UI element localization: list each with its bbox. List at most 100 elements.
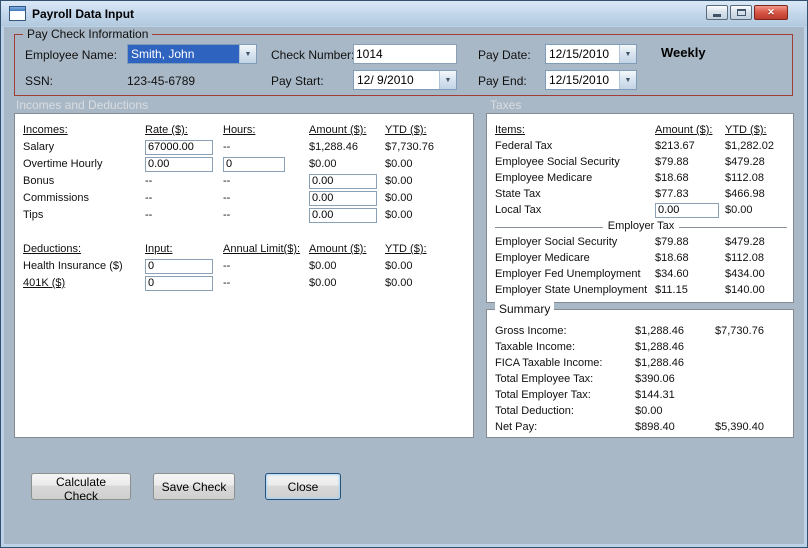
summary-row-label: Total Employer Tax: bbox=[495, 389, 591, 401]
bonus-amount-input[interactable] bbox=[309, 173, 377, 189]
employee-medicare-amount: $18.68 bbox=[655, 172, 689, 184]
employer-ss-ytd: $479.28 bbox=[725, 236, 765, 248]
deductions-header: Deductions: bbox=[23, 243, 82, 255]
tax-row-label: Employer Fed Unemployment bbox=[495, 268, 641, 280]
employee-medicare-ytd: $112.08 bbox=[725, 172, 764, 184]
incomes-deductions-panel: Incomes: Rate ($): Hours: Amount ($): YT… bbox=[14, 113, 474, 438]
check-number-input[interactable] bbox=[353, 44, 457, 64]
calculate-check-button[interactable]: Calculate Check bbox=[31, 473, 131, 503]
deduction-row-label: Health Insurance ($) bbox=[23, 260, 123, 272]
amount-column-header: Amount ($): bbox=[309, 124, 367, 136]
tips-hours: -- bbox=[223, 209, 231, 221]
minimize-button[interactable] bbox=[706, 5, 728, 20]
net-pay-ytd: $5,390.40 bbox=[715, 421, 764, 433]
income-row-label: Overtime Hourly bbox=[23, 158, 103, 170]
overtime-ytd: $0.00 bbox=[385, 158, 413, 170]
summary-row-label: Total Employee Tax: bbox=[495, 373, 594, 385]
salary-rate-input[interactable] bbox=[145, 139, 213, 155]
local-tax-ytd: $0.00 bbox=[725, 204, 753, 216]
local-tax-input[interactable] bbox=[655, 202, 719, 218]
employee-name-label: Employee Name: bbox=[25, 48, 118, 62]
titlebar[interactable]: Payroll Data Input ✕ bbox=[1, 1, 807, 26]
annual-limit-column-header: Annual Limit($): bbox=[223, 243, 301, 255]
state-tax-ytd: $466.98 bbox=[725, 188, 765, 200]
summary-row-label: Net Pay: bbox=[495, 421, 538, 433]
incomes-table: Incomes: Rate ($): Hours: Amount ($): YT… bbox=[23, 122, 467, 292]
pay-end-value: 12/15/2010 bbox=[549, 73, 610, 87]
employer-state-unemployment-ytd: $140.00 bbox=[725, 284, 765, 296]
federal-tax-ytd: $1,282.02 bbox=[725, 140, 774, 152]
minimize-icon bbox=[713, 14, 721, 17]
employee-name-select[interactable]: Smith, John ▼ bbox=[127, 44, 257, 64]
tax-row-label: State Tax bbox=[495, 188, 541, 200]
chevron-down-icon: ▼ bbox=[444, 76, 452, 84]
window-title: Payroll Data Input bbox=[32, 6, 135, 21]
overtime-amount: $0.00 bbox=[309, 158, 337, 170]
summary-row-label: Total Deduction: bbox=[495, 405, 574, 417]
employer-state-unemployment-amount: $11.15 bbox=[655, 284, 688, 296]
overtime-rate-input[interactable] bbox=[145, 156, 213, 172]
spacer bbox=[23, 224, 467, 241]
commissions-ytd: $0.00 bbox=[385, 192, 413, 204]
pay-start-select[interactable]: 12/ 9/2010 ▼ bbox=[353, 70, 457, 90]
items-column-header: Items: bbox=[495, 124, 525, 136]
close-dialog-button[interactable]: Close bbox=[265, 473, 341, 500]
commissions-hours: -- bbox=[223, 192, 231, 204]
pay-frequency-label: Weekly bbox=[661, 45, 706, 60]
health-insurance-input[interactable] bbox=[145, 258, 213, 274]
pay-date-select[interactable]: 12/15/2010 ▼ bbox=[545, 44, 637, 64]
employee-name-value: Smith, John bbox=[128, 45, 239, 63]
check-number-label: Check Number: bbox=[271, 48, 355, 62]
net-pay-amount: $898.40 bbox=[635, 421, 675, 433]
income-row-label: Tips bbox=[23, 209, 44, 221]
tips-ytd: $0.00 bbox=[385, 209, 413, 221]
ytd-column-header: YTD ($): bbox=[725, 124, 767, 136]
maximize-button[interactable] bbox=[730, 5, 752, 20]
bonus-ytd: $0.00 bbox=[385, 175, 413, 187]
employee-ss-amount: $79.88 bbox=[655, 156, 689, 168]
commissions-amount-input[interactable] bbox=[309, 190, 377, 206]
tips-rate: -- bbox=[145, 209, 153, 221]
health-insurance-limit: -- bbox=[223, 260, 231, 272]
k401-input[interactable] bbox=[145, 275, 213, 291]
pay-end-select[interactable]: 12/15/2010 ▼ bbox=[545, 70, 637, 90]
pay-start-combo-arrow[interactable]: ▼ bbox=[439, 71, 456, 89]
commissions-rate: -- bbox=[145, 192, 153, 204]
k401-link[interactable]: 401K ($) bbox=[23, 275, 145, 292]
summary-row-label: FICA Taxable Income: bbox=[495, 357, 603, 369]
k401-amount: $0.00 bbox=[309, 277, 337, 289]
pay-end-combo-arrow[interactable]: ▼ bbox=[619, 71, 636, 89]
overtime-hours-input[interactable] bbox=[223, 156, 285, 172]
employer-tax-header: Employer Tax bbox=[602, 220, 680, 232]
chevron-down-icon: ▼ bbox=[624, 50, 632, 58]
chevron-down-icon: ▼ bbox=[624, 76, 632, 84]
save-check-button[interactable]: Save Check bbox=[153, 473, 235, 500]
income-row-label: Bonus bbox=[23, 175, 55, 187]
close-window-button[interactable]: ✕ bbox=[754, 5, 788, 20]
ssn-label: SSN: bbox=[25, 74, 54, 88]
salary-ytd: $7,730.76 bbox=[385, 141, 434, 153]
ytd-column-header: YTD ($): bbox=[385, 243, 427, 255]
tips-amount-input[interactable] bbox=[309, 207, 377, 223]
dialog-body: Pay Check Information Employee Name: Smi… bbox=[4, 27, 804, 544]
income-row-label: Salary bbox=[23, 141, 55, 153]
summary-group-label: Summary bbox=[495, 302, 555, 316]
employer-fed-unemployment-amount: $34.60 bbox=[655, 268, 689, 280]
taxes-section-label: Taxes bbox=[490, 98, 522, 112]
close-icon: ✕ bbox=[767, 7, 775, 17]
taxable-income-amount: $1,288.46 bbox=[635, 341, 684, 353]
payroll-window: Payroll Data Input ✕ Pay Check Informati… bbox=[0, 0, 808, 548]
summary-row-label: Taxable Income: bbox=[495, 341, 576, 353]
pay-date-combo-arrow[interactable]: ▼ bbox=[619, 45, 636, 63]
employee-combo-arrow[interactable]: ▼ bbox=[239, 45, 256, 63]
amount-column-header: Amount ($): bbox=[309, 243, 367, 255]
tax-row-label: Employer State Unemployment bbox=[495, 284, 648, 296]
tax-row-label: Employee Social Security bbox=[495, 156, 620, 168]
salary-amount: $1,288.46 bbox=[309, 141, 358, 153]
tax-row-label: Employer Medicare bbox=[495, 252, 590, 264]
employer-medicare-ytd: $112.08 bbox=[725, 252, 764, 264]
income-row-label: Commissions bbox=[23, 192, 90, 204]
rate-column-header: Rate ($): bbox=[145, 124, 188, 136]
amount-column-header: Amount ($): bbox=[655, 124, 713, 136]
taxes-table: Items: Amount ($): YTD ($): Federal Tax … bbox=[495, 122, 787, 298]
